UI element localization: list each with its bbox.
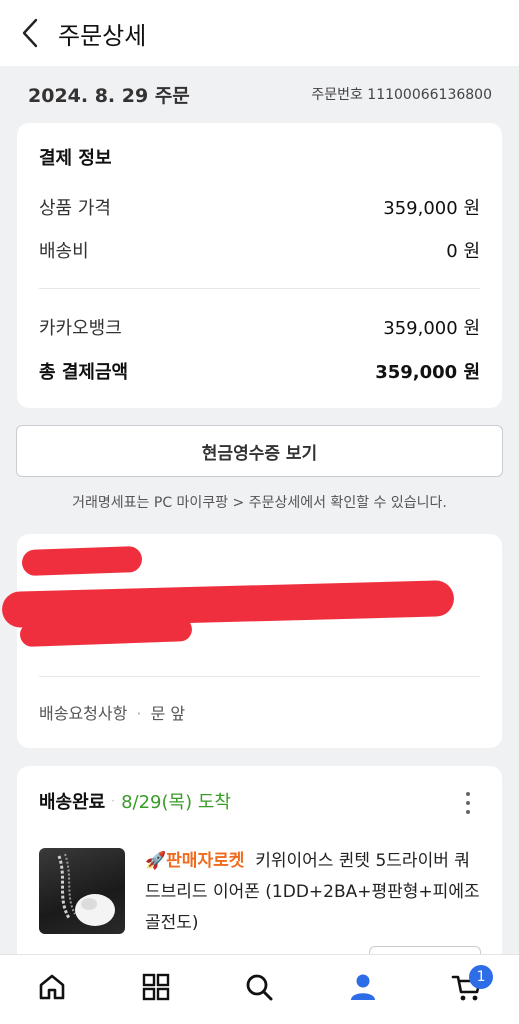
nav-my[interactable] bbox=[333, 959, 393, 1015]
nav-search[interactable] bbox=[229, 959, 289, 1015]
shipment-status-label: 배송완료 bbox=[39, 792, 106, 813]
shipping-fee-value: 0 원 bbox=[446, 241, 480, 262]
nav-category[interactable] bbox=[126, 959, 186, 1015]
total-value: 359,000 원 bbox=[375, 362, 480, 383]
product-thumbnail[interactable] bbox=[39, 848, 125, 934]
home-icon bbox=[39, 974, 65, 999]
nav-cart[interactable]: 1 bbox=[437, 959, 497, 1015]
product-price-value: 359,000 원 bbox=[383, 198, 480, 219]
delivery-request: 배송요청사항 · 문 앞 bbox=[39, 700, 185, 724]
order-date: 2024. 8. 29 주문 bbox=[28, 84, 190, 107]
nav-home[interactable] bbox=[22, 959, 82, 1015]
payment-method-amount: 359,000 원 bbox=[383, 318, 480, 339]
top-bar: 주문상세 bbox=[0, 0, 519, 66]
delivery-request-separator: · bbox=[136, 704, 142, 723]
back-button[interactable] bbox=[0, 0, 60, 66]
my-icon bbox=[351, 974, 376, 1000]
page-title: 주문상세 bbox=[58, 21, 147, 50]
back-arrow-icon bbox=[22, 18, 38, 48]
payment-divider bbox=[39, 288, 480, 289]
arrival-date: 8/29(목) 도착 bbox=[121, 792, 231, 813]
shipment-status: 배송완료 · 8/29(목) 도착 bbox=[39, 788, 231, 814]
order-number: 주문번호 11100066136800 bbox=[311, 87, 492, 103]
category-icon bbox=[142, 973, 169, 1000]
payment-method-label: 카카오뱅크 bbox=[39, 318, 122, 339]
product-price-label: 상품 가격 bbox=[39, 198, 111, 219]
product-info[interactable]: 🚀판매자로켓 키위이어스 퀸텟 5드라이버 쿼드브리드 이어폰 (1DD+2BA… bbox=[145, 846, 484, 939]
cash-receipt-button[interactable]: 현금영수증 보기 bbox=[16, 425, 503, 477]
total-label: 총 결제금액 bbox=[39, 362, 129, 383]
search-icon bbox=[247, 974, 273, 1000]
product-price-row: 상품 가격 359,000 원 bbox=[39, 194, 480, 220]
status-separator: · bbox=[111, 794, 116, 808]
shipping-fee-label: 배송비 bbox=[39, 241, 89, 262]
cart-badge: 1 bbox=[469, 964, 494, 989]
statement-notice: 거래명세표는 PC 마이쿠팡 > 주문상세에서 확인할 수 있습니다. bbox=[72, 495, 447, 511]
more-options-icon[interactable] bbox=[466, 792, 472, 814]
seller-rocket-tag: 판매자로켓 bbox=[166, 851, 245, 871]
address-divider bbox=[39, 676, 480, 677]
bottom-navigation: 1 bbox=[0, 954, 519, 1024]
rocket-icon: 🚀 bbox=[145, 851, 167, 871]
shipping-fee-row: 배송비 0 원 bbox=[39, 237, 480, 263]
order-header: 2024. 8. 29 주문 주문번호 11100066136800 bbox=[0, 66, 519, 122]
total-row: 총 결제금액 359,000 원 bbox=[39, 358, 480, 384]
payment-title: 결제 정보 bbox=[39, 148, 112, 169]
delivery-request-value: 문 앞 bbox=[150, 704, 186, 723]
payment-method-row: 카카오뱅크 359,000 원 bbox=[39, 314, 480, 340]
delivery-request-label: 배송요청사항 bbox=[39, 704, 128, 723]
earphone-image bbox=[57, 853, 115, 926]
redaction-mark bbox=[21, 545, 143, 577]
